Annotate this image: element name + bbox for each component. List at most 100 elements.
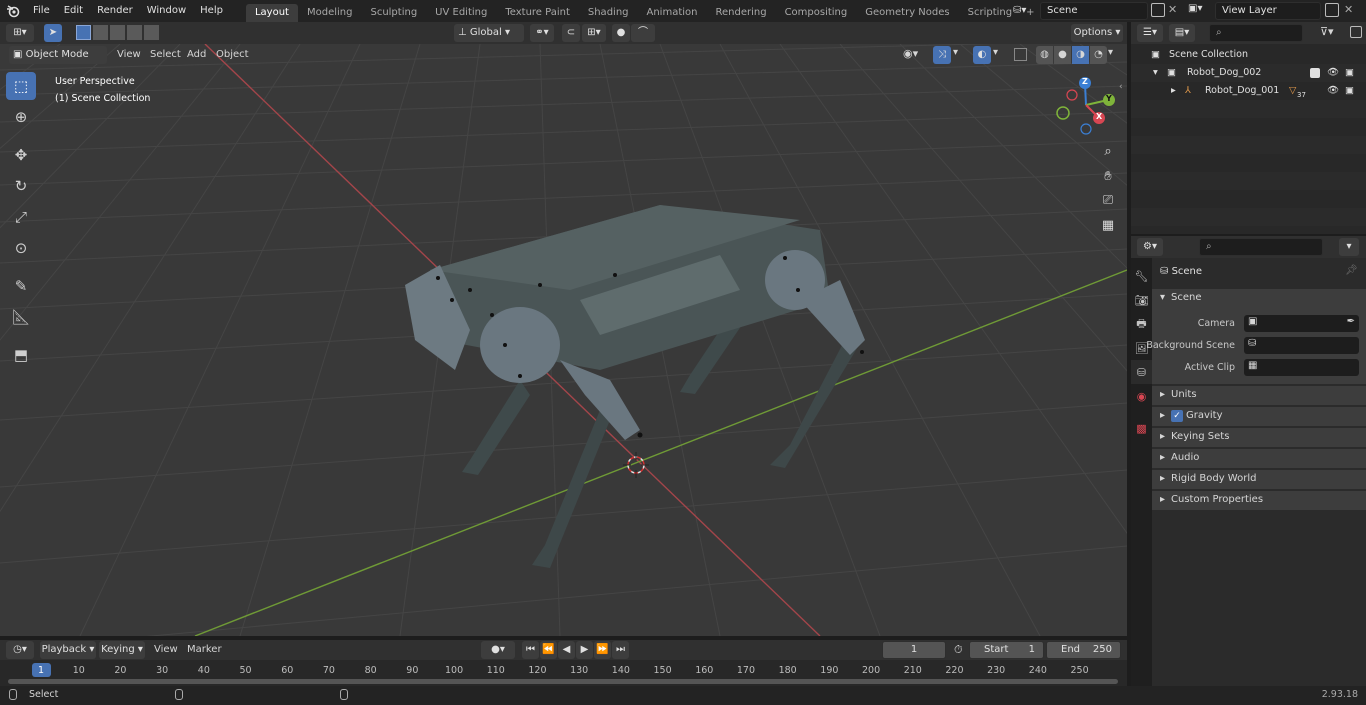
ortho-grid-icon[interactable]: ▦ bbox=[1097, 214, 1119, 236]
jump-prev-keyframe-icon[interactable]: ⏪ bbox=[540, 641, 557, 659]
play-icon[interactable]: ▶ bbox=[576, 641, 593, 659]
menu-view[interactable]: View bbox=[117, 49, 141, 60]
tab-uv-editing[interactable]: UV Editing bbox=[426, 4, 496, 22]
editor-type-icon[interactable]: ⊞▾ bbox=[6, 24, 34, 42]
new-scene-icon[interactable] bbox=[1151, 3, 1165, 17]
menu-select[interactable]: Select bbox=[150, 49, 181, 60]
object-mode-dropdown[interactable]: ▣ Object Mode bbox=[9, 46, 107, 64]
menu-add[interactable]: Add bbox=[187, 49, 206, 60]
snap-toggle-icon[interactable]: ⊂ bbox=[562, 24, 580, 42]
tab-geometry-nodes[interactable]: Geometry Nodes bbox=[856, 4, 958, 22]
menu-edit[interactable]: Edit bbox=[57, 0, 90, 22]
audio-panel-header[interactable]: ▸ Audio bbox=[1152, 448, 1366, 468]
snap-target-dropdown[interactable]: ⊞▾ bbox=[582, 24, 606, 42]
jump-next-keyframe-icon[interactable]: ⏩ bbox=[594, 641, 611, 659]
gizmo-toggle-icon[interactable]: ⤨ bbox=[933, 46, 951, 64]
wireframe-shading-icon[interactable]: ◍ bbox=[1036, 46, 1053, 64]
texture-tab-icon[interactable]: ▩ bbox=[1131, 416, 1152, 440]
timeline-view-menu[interactable]: View bbox=[154, 644, 178, 655]
rotate-tool-icon[interactable]: ↻ bbox=[6, 172, 36, 200]
3d-viewport[interactable]: User Perspective (1) Scene Collection ⬚ … bbox=[0, 44, 1127, 636]
select-tool-icon[interactable]: ➤ bbox=[44, 24, 62, 42]
select-new-icon[interactable] bbox=[76, 25, 91, 40]
eye-icon[interactable]: 👁︎ bbox=[1327, 82, 1339, 100]
display-mode-icon[interactable]: ▤▾ bbox=[1169, 24, 1195, 42]
cursor-tool-icon[interactable]: ⊕ bbox=[6, 103, 36, 131]
outliner-row-robot-dog-001[interactable]: ▸ ⅄ Robot_Dog_001 ▽ 37 👁︎ ▣ bbox=[1131, 82, 1366, 100]
zoom-icon[interactable]: ⌕ bbox=[1097, 140, 1119, 162]
background-scene-field[interactable]: ⛁ bbox=[1244, 337, 1359, 354]
pivot-point-dropdown[interactable]: ⚭▾ bbox=[530, 24, 554, 42]
select-mode-icons[interactable] bbox=[76, 25, 159, 40]
move-tool-icon[interactable]: ✥ bbox=[6, 141, 36, 169]
tab-sculpting[interactable]: Sculpting bbox=[361, 4, 426, 22]
select-intersect-icon[interactable] bbox=[144, 25, 159, 40]
timeline-area[interactable]: 1 10 20 30 40 50 60 70 80 90 100 110 120 130 140 150 160… bbox=[0, 660, 1127, 686]
timeline-editor-type-icon[interactable]: ◷▾ bbox=[6, 641, 34, 659]
tool-tab-icon[interactable]: 🔧︎ bbox=[1131, 264, 1152, 288]
options-dropdown[interactable]: Options ▾ bbox=[1071, 24, 1123, 42]
scene-name-field[interactable]: Scene bbox=[1040, 2, 1148, 20]
expand-arrow-icon[interactable]: ▸ bbox=[1171, 82, 1176, 100]
outliner-editor-type-icon[interactable]: ☰▾ bbox=[1137, 24, 1163, 42]
tab-shading[interactable]: Shading bbox=[579, 4, 638, 22]
keying-sets-panel-header[interactable]: ▸ Keying Sets bbox=[1152, 427, 1366, 447]
select-invert-icon[interactable] bbox=[127, 25, 142, 40]
view-layer-icon[interactable]: ▣▾ bbox=[1188, 3, 1202, 14]
overlay-dropdown[interactable]: ▾ bbox=[993, 47, 998, 58]
menu-window[interactable]: Window bbox=[140, 0, 193, 22]
gravity-checkbox[interactable]: ✓ bbox=[1171, 410, 1183, 422]
outliner-search-input[interactable]: ⌕ bbox=[1209, 24, 1303, 42]
expand-arrow-icon[interactable]: ▾ bbox=[1153, 64, 1158, 82]
start-frame-field[interactable]: Start 1 bbox=[969, 641, 1044, 659]
tab-animation[interactable]: Animation bbox=[638, 4, 707, 22]
material-shading-icon[interactable]: ◑ bbox=[1072, 46, 1089, 64]
jump-end-icon[interactable]: ⏭ bbox=[612, 641, 629, 659]
visibility-dropdown[interactable]: ◉▾ bbox=[903, 47, 918, 60]
menu-render[interactable]: Render bbox=[90, 0, 140, 22]
eye-icon[interactable]: 👁︎ bbox=[1327, 64, 1339, 82]
close-view-layer-icon[interactable]: ✕ bbox=[1344, 3, 1353, 16]
scene-type-icon[interactable]: ⛁▾ bbox=[1013, 3, 1039, 19]
scene-panel-header[interactable]: ▾ Scene bbox=[1152, 289, 1366, 309]
close-scene-icon[interactable]: ✕ bbox=[1168, 3, 1177, 16]
proportional-falloff-icon[interactable]: ⌒ bbox=[631, 24, 655, 42]
blender-logo-icon[interactable] bbox=[0, 0, 26, 22]
select-subtract-icon[interactable] bbox=[110, 25, 125, 40]
overlay-toggle-icon[interactable]: ◐ bbox=[973, 46, 991, 64]
transform-tool-icon[interactable]: ⊙ bbox=[6, 234, 36, 262]
tab-modeling[interactable]: Modeling bbox=[298, 4, 362, 22]
xray-toggle-icon[interactable] bbox=[1014, 48, 1027, 61]
tab-texture-paint[interactable]: Texture Paint bbox=[496, 4, 579, 22]
pin-icon[interactable]: 📌︎ bbox=[1345, 265, 1358, 276]
menu-object[interactable]: Object bbox=[216, 49, 249, 60]
active-clip-field[interactable]: ▦ bbox=[1244, 359, 1359, 376]
scale-tool-icon[interactable]: ⤢ bbox=[6, 203, 36, 231]
pan-hand-icon[interactable]: ✋︎ bbox=[1097, 165, 1119, 187]
measure-tool-icon[interactable]: 📐︎ bbox=[6, 303, 36, 331]
tab-scripting[interactable]: Scripting bbox=[959, 4, 1021, 22]
shading-dropdown[interactable]: ▾ bbox=[1108, 47, 1113, 58]
render-tab-icon[interactable]: 📷︎ bbox=[1131, 288, 1152, 312]
properties-search-input[interactable]: ⌕ bbox=[1199, 238, 1323, 256]
camera-icon[interactable]: ▣ bbox=[1345, 64, 1354, 82]
timeline-marker-menu[interactable]: Marker bbox=[187, 644, 222, 655]
gravity-panel-header[interactable]: ▸ ✓ Gravity bbox=[1152, 406, 1366, 426]
solid-shading-icon[interactable]: ● bbox=[1054, 46, 1071, 64]
tab-compositing[interactable]: Compositing bbox=[776, 4, 857, 22]
annotate-tool-icon[interactable]: ✎ bbox=[6, 272, 36, 300]
eyedropper-icon[interactable]: ✒ bbox=[1347, 316, 1355, 327]
view-layer-field[interactable]: View Layer bbox=[1215, 2, 1321, 20]
exclude-checkbox[interactable] bbox=[1310, 68, 1320, 78]
menu-file[interactable]: File bbox=[26, 0, 57, 22]
jump-start-icon[interactable]: ⏮ bbox=[522, 641, 539, 659]
select-box-tool-icon[interactable]: ⬚ bbox=[6, 72, 36, 100]
camera-view-icon[interactable]: ⎚ bbox=[1097, 189, 1119, 211]
add-cube-tool-icon[interactable]: ⬒ bbox=[6, 341, 36, 369]
transform-orientation-dropdown[interactable]: ⊥ Global ▾ bbox=[454, 24, 524, 42]
new-view-layer-icon[interactable] bbox=[1325, 3, 1339, 17]
properties-editor-type-icon[interactable]: ⚙▾ bbox=[1137, 238, 1163, 256]
auto-keying-record-icon[interactable]: ●▾ bbox=[481, 641, 515, 659]
playback-menu[interactable]: Playback ▾ bbox=[40, 641, 96, 659]
play-reverse-icon[interactable]: ◀ bbox=[558, 641, 575, 659]
